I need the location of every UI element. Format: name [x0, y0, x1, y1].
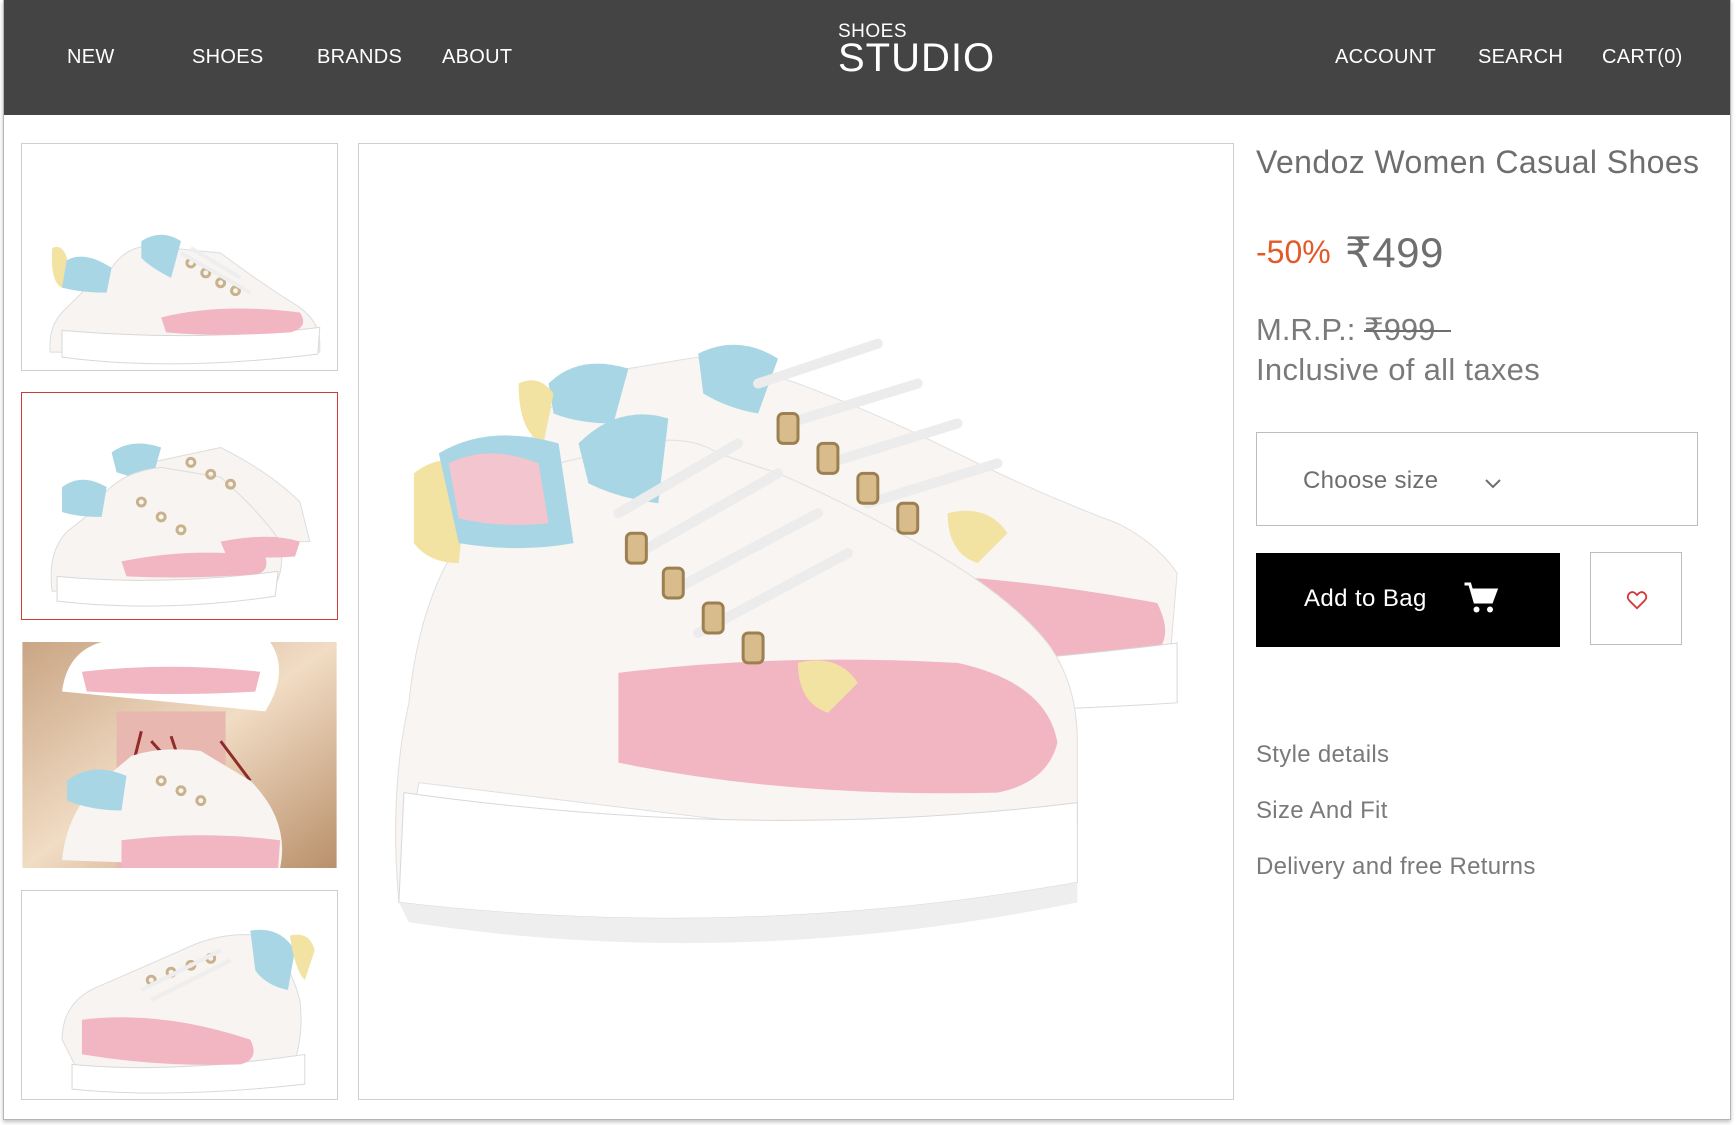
nav-account[interactable]: ACCOUNT	[1335, 46, 1436, 69]
wishlist-button[interactable]	[1590, 552, 1682, 645]
size-placeholder: Choose size	[1303, 467, 1439, 494]
cart-icon	[1464, 582, 1499, 613]
nav-brands[interactable]: BRANDS	[317, 46, 402, 69]
chevron-down-icon	[1485, 479, 1501, 489]
shoe-pair-thumbnail	[50, 443, 311, 607]
shoe-pair-main-image	[395, 338, 1178, 944]
mrp-label: M.R.P.:	[1256, 312, 1356, 347]
nav-shoes[interactable]: SHOES	[192, 46, 264, 69]
add-to-bag-label: Add to Bag	[1304, 585, 1427, 612]
mrp-value: ₹999	[1363, 312, 1452, 347]
delivery-returns-link[interactable]: Delivery and free Returns	[1256, 853, 1536, 881]
page-frame: NEW SHOES BRANDS ABOUT SHOES STUDIO ACCO…	[3, 0, 1731, 1120]
logo-big-text: STUDIO	[838, 36, 996, 80]
heart-icon	[1626, 591, 1648, 610]
size-and-fit-link[interactable]: Size And Fit	[1256, 797, 1388, 825]
shoe-lifestyle-thumbnail	[22, 642, 337, 868]
nav-about[interactable]: ABOUT	[442, 46, 512, 69]
nav-new[interactable]: NEW	[67, 46, 115, 69]
add-to-bag-button[interactable]: Add to Bag	[1256, 553, 1560, 647]
site-logo[interactable]: SHOES STUDIO	[838, 22, 998, 80]
site-header: NEW SHOES BRANDS ABOUT SHOES STUDIO ACCO…	[4, 0, 1730, 115]
size-dropdown[interactable]: Choose size	[1256, 432, 1698, 526]
shoe-side-thumbnail	[49, 234, 321, 365]
mrp-row: M.R.P.: ₹999	[1256, 312, 1452, 348]
discount-badge: -50%	[1256, 234, 1331, 270]
nav-cart[interactable]: CART(0)	[1602, 46, 1683, 69]
thumbnail-1[interactable]	[21, 143, 338, 371]
thumbnail-3[interactable]	[21, 641, 338, 869]
sale-price: ₹499	[1345, 229, 1444, 276]
tax-note: Inclusive of all taxes	[1256, 352, 1541, 387]
thumbnail-2[interactable]	[21, 392, 338, 620]
main-product-image[interactable]	[358, 143, 1234, 1100]
style-details-link[interactable]: Style details	[1256, 741, 1389, 769]
product-title: Vendoz Women Casual Shoes	[1256, 144, 1700, 180]
nav-search[interactable]: SEARCH	[1478, 46, 1563, 69]
thumbnail-4[interactable]	[21, 890, 338, 1100]
shoe-front-thumbnail	[61, 929, 315, 1094]
